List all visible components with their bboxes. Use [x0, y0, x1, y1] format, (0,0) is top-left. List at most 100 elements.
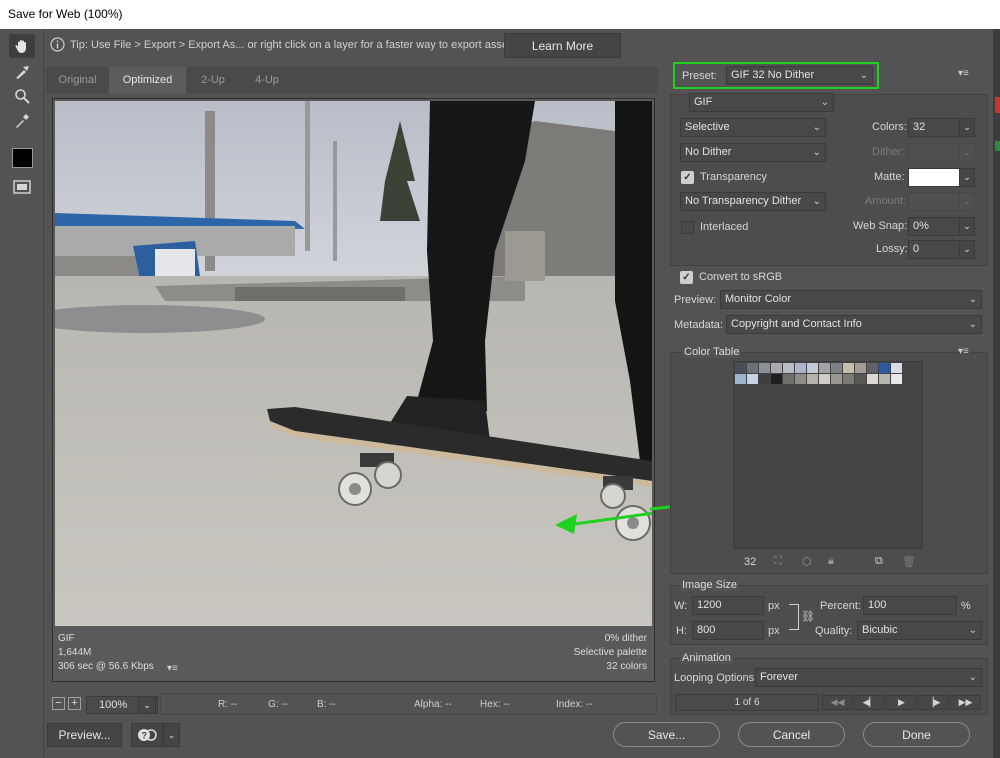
color-swatch[interactable] [855, 374, 866, 384]
transparency-checkbox[interactable]: ✓ [681, 171, 694, 184]
link-constrain-icon[interactable]: ⛓︎ [801, 610, 815, 623]
preview-color-select[interactable]: Monitor Color ⌄ [720, 290, 982, 309]
lossy-label: Lossy: [876, 243, 908, 255]
map-transparency-icon[interactable]: ⛶ [774, 555, 782, 568]
tab-2-up[interactable]: 2-Up [186, 67, 240, 94]
color-swatch[interactable] [843, 363, 854, 373]
preset-value: GIF 32 No Dither [731, 69, 815, 81]
lock-icon[interactable]: 🔒︎ [828, 555, 834, 568]
color-swatch[interactable] [831, 363, 842, 373]
color-swatch[interactable] [795, 363, 806, 373]
eyedropper-color-swatch[interactable] [12, 148, 33, 168]
transparency-dither-select[interactable]: No Transparency Dither ⌄ [680, 192, 826, 211]
color-swatch[interactable] [867, 363, 878, 373]
learn-more-button[interactable]: Learn More [504, 33, 621, 58]
color-swatch[interactable] [879, 363, 890, 373]
eyedropper-tool-icon[interactable] [9, 109, 35, 133]
chevron-down-icon: ⌄ [968, 319, 977, 330]
height-field[interactable]: 800 [692, 621, 764, 640]
lossy-chevron-icon[interactable]: ⌄ [959, 240, 975, 259]
color-swatch[interactable] [807, 363, 818, 373]
color-swatch[interactable] [735, 363, 746, 373]
previous-frame-icon[interactable]: ◀▏ [854, 695, 885, 710]
done-button[interactable]: Done [863, 722, 970, 747]
trash-icon[interactable]: 🗑︎ [902, 555, 916, 568]
quality-select[interactable]: Bicubic ⌄ [857, 621, 982, 640]
color-swatch[interactable] [855, 363, 866, 373]
color-table-grid[interactable] [733, 361, 923, 549]
color-swatch[interactable] [735, 374, 746, 384]
color-swatch[interactable] [819, 374, 830, 384]
zoom-dropdown-chevron-icon[interactable]: ⌄ [138, 696, 156, 714]
tab-optimized[interactable]: Optimized [109, 67, 186, 94]
new-color-icon[interactable]: ⧉ [875, 555, 883, 568]
zoom-out-button[interactable]: − [52, 697, 65, 710]
preview-button[interactable]: Preview... [47, 723, 122, 747]
last-frame-icon[interactable]: ▶▶ [950, 695, 981, 710]
color-swatch[interactable] [771, 374, 782, 384]
color-swatch[interactable] [879, 374, 890, 384]
color-swatch[interactable] [759, 374, 770, 384]
color-reduction-select[interactable]: Selective ⌄ [680, 118, 826, 137]
tab-original[interactable]: Original [46, 67, 109, 94]
save-button[interactable]: Save... [613, 722, 720, 747]
websnap-field[interactable]: 0% [908, 217, 960, 236]
device-dropdown-chevron-icon[interactable]: ⌄ [163, 723, 180, 747]
optimize-menu-icon[interactable]: ▾≡ [958, 68, 969, 79]
zoom-in-button[interactable]: + [68, 697, 81, 710]
preset-select[interactable]: GIF 32 No Dither ⌄ [726, 66, 873, 85]
colors-value: 32 [913, 121, 926, 133]
color-swatch[interactable] [891, 374, 902, 384]
color-swatch[interactable] [747, 374, 758, 384]
color-swatch[interactable] [795, 374, 806, 384]
cancel-button[interactable]: Cancel [738, 722, 845, 747]
percent-label: Percent: [820, 600, 861, 612]
matte-chevron-icon[interactable]: ⌄ [959, 168, 975, 187]
tool-panel [0, 29, 44, 758]
percent-field[interactable]: 100 [863, 596, 957, 615]
color-swatch[interactable] [867, 374, 878, 384]
color-swatch[interactable] [843, 374, 854, 384]
lossy-field[interactable]: 0 [908, 240, 960, 259]
download-speed-menu-icon[interactable]: ▾≡ [167, 662, 178, 676]
window-title: Save for Web (100%) [0, 0, 1000, 29]
tab-4-up[interactable]: 4-Up [240, 67, 294, 94]
zoom-tool-icon[interactable] [9, 84, 35, 108]
width-field[interactable]: 1200 [692, 596, 764, 615]
dither-chevron-icon[interactable]: ⌄ [959, 143, 975, 162]
format-select[interactable]: GIF ⌄ [689, 93, 834, 112]
color-swatch[interactable] [747, 363, 758, 373]
matte-label: Matte: [874, 171, 905, 183]
dither-amount-field[interactable] [908, 143, 960, 162]
slice-select-tool-icon[interactable] [9, 60, 35, 84]
color-swatch[interactable] [759, 363, 770, 373]
colors-chevron-icon[interactable]: ⌄ [959, 118, 975, 137]
hand-tool-icon[interactable] [9, 34, 35, 58]
color-swatch[interactable] [831, 374, 842, 384]
interlaced-checkbox[interactable] [681, 221, 694, 234]
matte-color-swatch[interactable] [908, 168, 960, 187]
looping-select[interactable]: Forever ⌄ [755, 668, 982, 687]
next-frame-icon[interactable]: ▕▶ [918, 695, 949, 710]
color-swatch[interactable] [783, 363, 794, 373]
toggle-slices-icon[interactable] [9, 175, 35, 199]
color-table-menu-icon[interactable]: ▾≡ [958, 346, 969, 357]
color-swatch[interactable] [807, 374, 818, 384]
colors-field[interactable]: 32 [908, 118, 960, 137]
amount-chevron-icon[interactable]: ⌄ [959, 192, 975, 211]
play-icon[interactable]: ▶ [886, 695, 917, 710]
convert-srgb-checkbox[interactable]: ✓ [680, 271, 693, 284]
color-swatch[interactable] [783, 374, 794, 384]
web-shift-cube-icon[interactable]: ⬡ [802, 555, 812, 568]
dither-algorithm-select[interactable]: No Dither ⌄ [680, 143, 826, 162]
color-swatch[interactable] [891, 363, 902, 373]
metadata-select[interactable]: Copyright and Contact Info ⌄ [726, 315, 982, 334]
websnap-chevron-icon[interactable]: ⌄ [959, 217, 975, 236]
color-swatch[interactable] [819, 363, 830, 373]
first-frame-icon[interactable]: ◀◀ [822, 695, 853, 710]
amount-field[interactable] [908, 192, 960, 211]
color-swatch[interactable] [771, 363, 782, 373]
device-central-icon[interactable]: ? [131, 723, 163, 747]
info-size: 1,644M [58, 647, 92, 658]
preview-image[interactable] [55, 101, 652, 626]
